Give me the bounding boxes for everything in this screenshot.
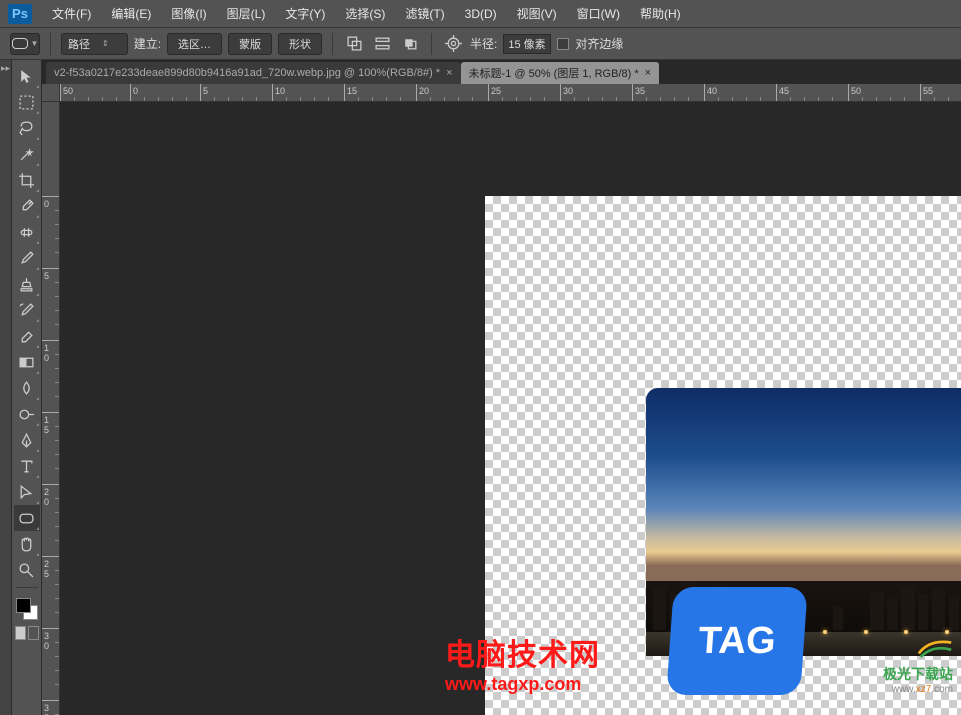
vertical-ruler[interactable]: 051 01 52 02 53 03 54 — [42, 102, 60, 715]
lasso-tool[interactable] — [14, 115, 40, 141]
menu-filter[interactable]: 滤镜(T) — [395, 5, 454, 22]
eraser-tool[interactable] — [14, 323, 40, 349]
watermark-tagxp: 电脑技术网 www.tagxp.com — [445, 630, 600, 695]
tool-mode-select[interactable]: 路径 ⇕ — [61, 33, 128, 55]
make-mask-button[interactable]: 蒙版 — [228, 33, 272, 55]
watermark-tag-badge: TAG — [666, 587, 808, 695]
menu-select[interactable]: 选择(S) — [335, 5, 395, 22]
path-arrangement-icon[interactable] — [399, 33, 421, 55]
canvas-viewport[interactable] — [60, 102, 961, 715]
close-icon[interactable]: × — [645, 67, 651, 79]
align-edges-checkbox[interactable] — [557, 38, 569, 50]
rounded-rectangle-tool[interactable] — [14, 505, 40, 531]
path-selection-tool[interactable] — [14, 479, 40, 505]
gear-icon[interactable] — [442, 33, 464, 55]
menu-help[interactable]: 帮助(H) — [630, 5, 691, 22]
move-tool[interactable] — [14, 63, 40, 89]
panel-dock-strip[interactable]: ▸▸ — [0, 60, 12, 715]
clone-stamp-tool[interactable] — [14, 271, 40, 297]
toolbox — [12, 60, 42, 715]
menu-bar: Ps 文件(F) 编辑(E) 图像(I) 图层(L) 文字(Y) 选择(S) 滤… — [0, 0, 961, 27]
history-brush-tool[interactable] — [14, 297, 40, 323]
watermark-jiguang-title: 极光下载站 — [883, 664, 953, 684]
radius-label: 半径: — [470, 35, 497, 52]
menu-layer[interactable]: 图层(L) — [217, 5, 276, 22]
type-tool[interactable] — [14, 453, 40, 479]
make-shape-button[interactable]: 形状 — [278, 33, 322, 55]
app-logo: Ps — [8, 4, 32, 24]
document-tab-1-title: v2-f53a0217e233deae899d80b9416a91ad_720w… — [54, 67, 440, 79]
path-alignment-icon[interactable] — [371, 33, 393, 55]
align-edges-label: 对齐边缘 — [575, 35, 623, 52]
tool-mode-value: 路径 — [68, 36, 90, 52]
brush-tool[interactable] — [14, 245, 40, 271]
crop-tool[interactable] — [14, 167, 40, 193]
color-swatches[interactable] — [14, 596, 40, 622]
horizontal-ruler[interactable]: 500510152025303540455055 — [60, 84, 961, 102]
pen-tool[interactable] — [14, 427, 40, 453]
menu-type[interactable]: 文字(Y) — [275, 5, 335, 22]
radius-input[interactable] — [503, 34, 551, 54]
close-icon[interactable]: × — [446, 67, 452, 79]
hand-tool[interactable] — [14, 531, 40, 557]
eyedropper-tool[interactable] — [14, 193, 40, 219]
swoosh-icon — [917, 637, 953, 659]
dodge-tool[interactable] — [14, 401, 40, 427]
zoom-tool[interactable] — [14, 557, 40, 583]
healing-brush-tool[interactable] — [14, 219, 40, 245]
workspace: ▸▸ v2-f53a021 — [0, 60, 961, 715]
document-tab-2[interactable]: 未标题-1 @ 50% (图层 1, RGB/8) * × — [461, 62, 660, 84]
document-area: v2-f53a0217e233deae899d80b9416a91ad_720w… — [42, 60, 961, 715]
menu-file[interactable]: 文件(F) — [42, 5, 101, 22]
document-tab-2-title: 未标题-1 @ 50% (图层 1, RGB/8) * — [469, 65, 639, 81]
watermark-tag-text: TAG — [697, 620, 777, 663]
menu-window[interactable]: 窗口(W) — [567, 5, 630, 22]
watermark-jiguang-url: www.xz7.com — [883, 684, 953, 695]
document-tab-strip: v2-f53a0217e233deae899d80b9416a91ad_720w… — [42, 60, 961, 84]
make-selection-button[interactable]: 选区… — [167, 33, 222, 55]
blur-tool[interactable] — [14, 375, 40, 401]
menu-image[interactable]: 图像(I) — [161, 5, 216, 22]
menu-3d[interactable]: 3D(D) — [455, 7, 507, 21]
options-bar: ▼ 路径 ⇕ 建立: 选区… 蒙版 形状 半径: 对齐边缘 — [0, 27, 961, 60]
watermark-tagxp-url: www.tagxp.com — [445, 674, 600, 695]
menu-view[interactable]: 视图(V) — [507, 5, 567, 22]
document-tab-1[interactable]: v2-f53a0217e233deae899d80b9416a91ad_720w… — [46, 62, 461, 84]
watermark-jiguang: 极光下载站 www.xz7.com — [883, 637, 953, 695]
magic-wand-tool[interactable] — [14, 141, 40, 167]
edit-mode-toggle[interactable] — [15, 626, 39, 640]
expand-dock-icon: ▸▸ — [1, 63, 10, 715]
path-operations-icon[interactable] — [343, 33, 365, 55]
gradient-tool[interactable] — [14, 349, 40, 375]
ruler-origin[interactable] — [42, 84, 60, 102]
watermark-tagxp-title: 电脑技术网 — [445, 630, 600, 674]
foreground-color-swatch[interactable] — [16, 598, 31, 613]
menu-edit[interactable]: 编辑(E) — [101, 5, 161, 22]
make-label: 建立: — [134, 35, 161, 52]
tool-preset-picker[interactable]: ▼ — [10, 33, 40, 55]
marquee-tool[interactable] — [14, 89, 40, 115]
